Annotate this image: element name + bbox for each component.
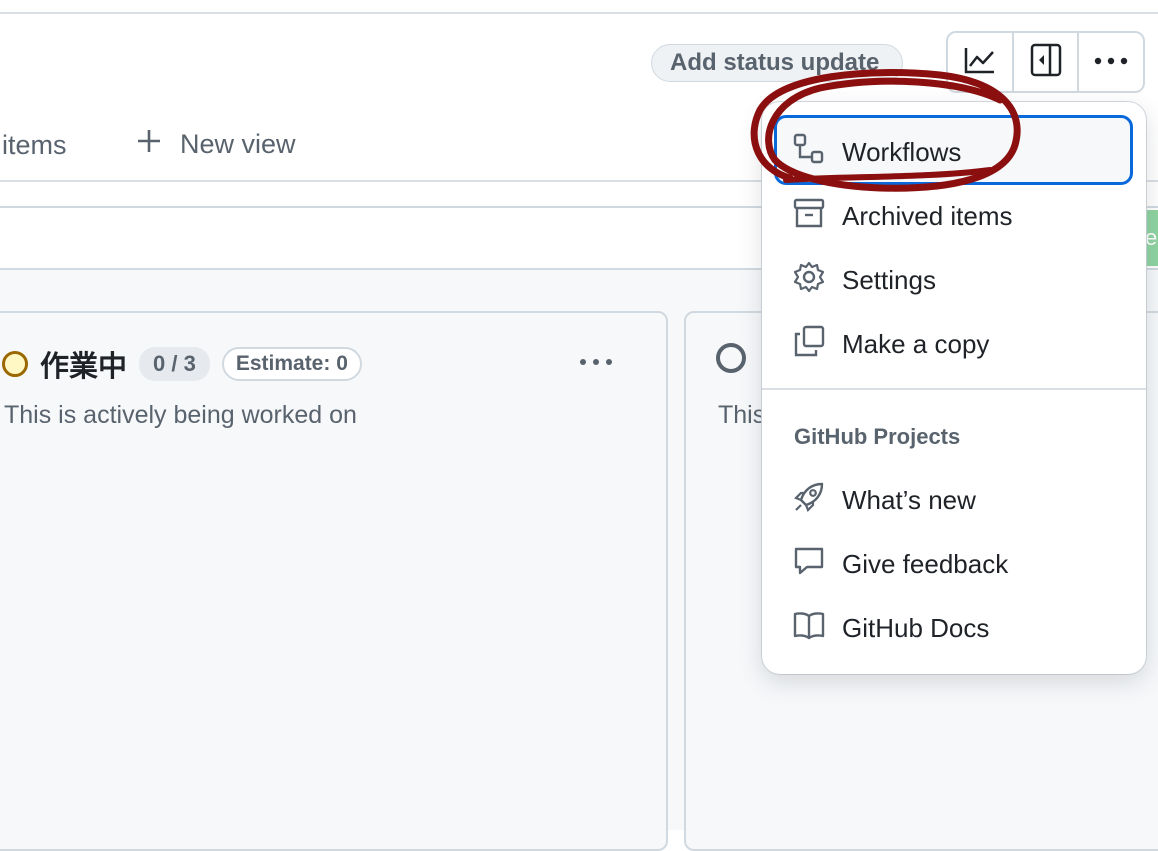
menu-item-settings[interactable]: Settings	[792, 260, 936, 301]
menu-item-label: Settings	[842, 265, 936, 295]
status-circle-icon	[716, 343, 746, 373]
column-title: 作業中	[40, 351, 128, 383]
menu-divider	[762, 388, 1146, 390]
insights-icon	[963, 45, 997, 80]
menu-item-make-a-copy[interactable]: Make a copy	[792, 324, 989, 365]
project-toolbar	[946, 31, 1145, 93]
column-more-icon[interactable]	[579, 341, 613, 375]
top-divider	[0, 12, 1158, 14]
menu-group-heading: GitHub Projects	[794, 424, 961, 449]
gear-icon	[792, 260, 826, 301]
item-count-badge: 0 / 3	[139, 347, 210, 381]
new-view-label: New view	[180, 129, 296, 159]
comment-icon	[792, 544, 826, 585]
status-button-label: Add status update	[670, 49, 880, 76]
menu-item-label: GitHub Docs	[842, 613, 990, 643]
menu-item-workflows[interactable]: Workflows	[792, 132, 961, 173]
book-icon	[792, 608, 826, 649]
menu-item-archived-items[interactable]: Archived items	[792, 196, 1013, 237]
menu-item-label: Make a copy	[842, 329, 990, 359]
menu-item-label: Give feedback	[842, 549, 1009, 579]
menu-item-whats-new[interactable]: What’s new	[792, 480, 976, 521]
save-view-button[interactable]: e	[1145, 210, 1158, 266]
insights-button[interactable]	[948, 33, 1014, 91]
add-status-update-button[interactable]: Add status update	[651, 44, 903, 82]
new-view-button[interactable]: New view	[136, 128, 296, 161]
save-view-label: e	[1145, 225, 1158, 250]
column-header	[716, 343, 746, 373]
column-header: 作業中 0 / 3 Estimate: 0	[2, 343, 362, 385]
workflow-icon	[792, 132, 826, 173]
menu-item-label: Archived items	[842, 201, 1013, 231]
menu-item-give-feedback[interactable]: Give feedback	[792, 544, 1008, 585]
status-circle-icon	[2, 351, 28, 377]
column-description: This	[718, 401, 766, 429]
archive-icon	[792, 196, 826, 237]
view-tab[interactable]: items	[2, 130, 67, 161]
column-description: This is actively being worked on	[4, 401, 357, 429]
project-options-menu: Workflows Archived items Settings Make a…	[762, 102, 1146, 674]
menu-item-label: What’s new	[842, 485, 976, 515]
rocket-icon	[792, 480, 826, 521]
menu-item-github-docs[interactable]: GitHub Docs	[792, 608, 989, 649]
estimate-badge: Estimate: 0	[221, 347, 362, 381]
kebab-horizontal-icon	[1093, 53, 1129, 71]
view-tab-label: items	[2, 130, 67, 160]
toggle-sidebar-button[interactable]	[1014, 33, 1080, 91]
plus-icon	[136, 128, 162, 161]
board-column: 作業中 0 / 3 Estimate: 0 This is actively b…	[0, 311, 668, 851]
sidebar-collapse-icon	[1030, 43, 1062, 82]
copy-icon	[792, 324, 826, 365]
more-options-button[interactable]	[1079, 33, 1143, 91]
menu-item-label: Workflows	[842, 137, 962, 167]
